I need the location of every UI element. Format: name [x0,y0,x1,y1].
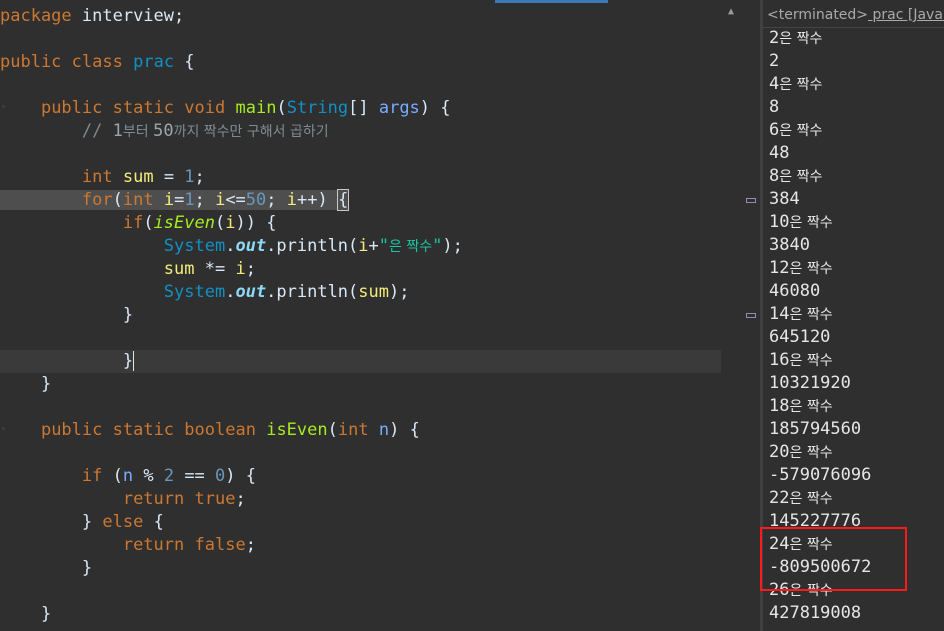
code-line-close-main: } [40,374,52,394]
code-line-close-iseven: } [40,604,52,624]
console-output-number: -579076096 [769,465,872,485]
console-output-line: 2은 짝수 [769,27,822,50]
console-output-line: 12은 짝수 [769,257,833,280]
console-output-number: 22 [769,488,790,508]
console-output-line: -579076096 [769,464,871,487]
console-output-text: 은 짝수 [789,353,833,369]
console-output-line: 46080 [769,280,820,303]
code-line-println-sum: System.out.println(sum); [163,282,410,302]
overview-ruler-mark[interactable] [746,313,756,318]
console-output-number: 46080 [769,281,821,301]
console-output-text: 은 짝수 [789,261,833,277]
console-output-line: 14은 짝수 [769,303,833,326]
console-output-number: 6 [769,120,780,140]
code-line-println-i: System.out.println(i+"은 짝수"); [163,236,463,256]
console-output-number: 12 [769,258,790,278]
console-output-text: 은 짝수 [779,77,823,93]
console-output-line: 16은 짝수 [769,349,833,372]
code-line-else: } else { [81,512,164,532]
console-output-line: 3840 [769,234,810,257]
console-output-number: 18 [769,396,790,416]
editor-scrollbar[interactable]: ▲ [721,0,741,631]
scroll-up-arrow-icon[interactable]: ▲ [725,6,737,18]
code-line-main: public static void main(String[] args) { [40,98,451,118]
code-line-package: package interview; [0,6,185,26]
console-output-line: 8은 짝수 [769,165,822,188]
code-line-return-true: return true; [122,489,246,509]
console-output-number: 2 [769,28,780,48]
console-output-number: 427819008 [769,603,862,623]
code-line-close-else: } [81,558,93,578]
console-output-number: 4 [769,74,780,94]
console-output-text: 은 짝수 [779,169,823,185]
console-output-line: 384 [769,188,800,211]
console-output-text: 은 짝수 [789,307,833,323]
console-output-number: 10321920 [769,373,851,393]
console-output-number: 645120 [769,327,831,347]
code-line-class: public class prac { [0,52,195,72]
console-output-number: 48 [769,143,790,163]
console-output-text: 은 짝수 [789,215,833,231]
highlight-annotation-box [760,527,907,591]
console-output-line: 185794560 [769,418,861,441]
console-output-line: 4은 짝수 [769,73,822,96]
code-line-if-even: if(isEven(i)) { [122,213,277,233]
console-output-text: 은 짝수 [779,123,823,139]
console-title: <terminated> prac [Java A [763,3,944,28]
console-output-number: 20 [769,442,790,462]
console-output-number: 16 [769,350,790,370]
code-line-if-mod: if (n % 2 == 0) { [81,466,256,486]
console-output-number: 384 [769,189,800,209]
console-output-line: 8 [769,96,779,119]
console-output-text: 은 짝수 [789,491,833,507]
console-output-line: 20은 짝수 [769,441,833,464]
console-output-number: 14 [769,304,790,324]
code-editor[interactable]: package interview; public class prac { p… [0,0,741,631]
active-tab-indicator [495,0,608,3]
text-caret [133,351,135,371]
code-line-sum-decl: int sum = 1; [81,167,205,187]
console-output-line: 427819008 [769,602,861,625]
console-output-number: 10 [769,212,790,232]
code-line-for: for(int i=1; i<=50; i++) { [0,189,721,212]
console-output-line: 22은 짝수 [769,487,833,510]
code-line-iseven: public static boolean isEven(int n) { [40,420,420,440]
console-output-line: 645120 [769,326,830,349]
console-output-text: 은 짝수 [789,445,833,461]
console-output-number: 8 [769,97,780,117]
console-output-number: 185794560 [769,419,862,439]
console-output-text: 은 짝수 [779,31,823,47]
console-output-number: 2 [769,51,780,71]
overview-ruler-mark[interactable] [746,198,756,203]
code-line-return-false: return false; [122,535,256,555]
console-output-line: 6은 짝수 [769,119,822,142]
code-line-close-for: } [0,350,721,373]
console-output-line: 10321920 [769,372,851,395]
console-output-line: 2 [769,50,779,73]
console-output-number: 3840 [769,235,810,255]
code-line-close-if: } [122,305,134,325]
console-output-line: 10은 짝수 [769,211,833,234]
code-line-comment: // 1부터 50까지 짝수만 구해서 곱하기 [81,121,329,141]
console-output-number: 8 [769,166,780,186]
console-output-text: 은 짝수 [789,399,833,415]
console-output-line: 18은 짝수 [769,395,833,418]
code-line-multiply: sum *= i; [163,259,256,279]
console-output-line: 48 [769,142,789,165]
